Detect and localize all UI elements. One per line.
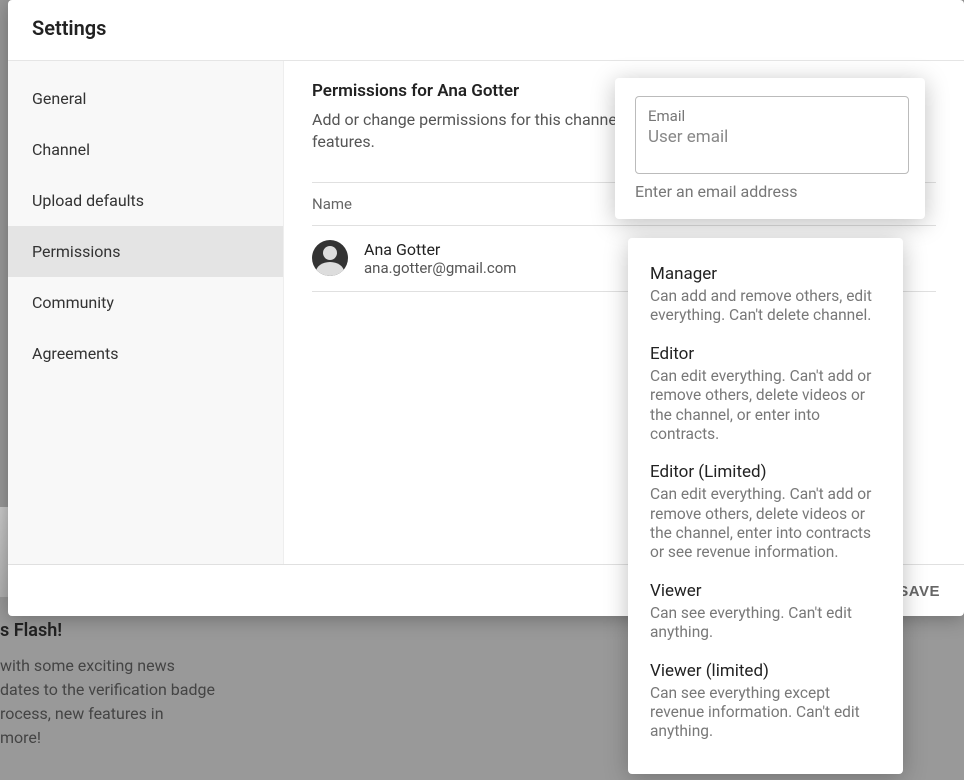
role-name: Viewer (limited) [650,661,881,681]
role-name: Editor [650,344,881,364]
role-desc: Can add and remove others, edit everythi… [650,287,881,326]
role-dropdown: Manager Can add and remove others, edit … [628,238,903,774]
avatar [312,240,348,276]
sidebar-item-community[interactable]: Community [8,277,283,328]
sidebar-item-general[interactable]: General [8,73,283,124]
role-option-manager[interactable]: Manager Can add and remove others, edit … [628,256,903,336]
role-name: Manager [650,264,881,284]
background-text: more! [0,726,215,750]
role-name: Viewer [650,581,881,601]
role-option-editor-limited[interactable]: Editor (Limited) Can edit everything. Ca… [628,454,903,573]
email-field[interactable]: Email User email [635,96,909,174]
background-text: rocess, new features in [0,702,215,726]
role-option-viewer[interactable]: Viewer Can see everything. Can't edit an… [628,573,903,653]
email-placeholder: User email [648,127,896,147]
save-button[interactable]: SAVE [898,583,940,600]
role-option-editor[interactable]: Editor Can edit everything. Can't add or… [628,336,903,455]
role-desc: Can see everything. Can't edit anything. [650,604,881,643]
background-text: dates to the verification badge [0,678,215,702]
role-option-viewer-limited[interactable]: Viewer (limited) Can see everything exce… [628,653,903,752]
sidebar-item-label: Agreements [32,344,119,363]
sidebar-item-permissions[interactable]: Permissions [8,226,283,277]
user-name: Ana Gotter [364,240,516,259]
email-label: Email [648,107,896,125]
sidebar-item-label: Upload defaults [32,191,144,210]
sidebar-item-label: Permissions [32,242,120,261]
sidebar-item-channel[interactable]: Channel [8,124,283,175]
role-desc: Can edit everything. Can't add or remove… [650,485,881,563]
role-desc: Can see everything except revenue inform… [650,684,881,742]
sidebar-item-label: General [32,89,86,108]
background-title: s Flash! [0,617,215,644]
sidebar-item-label: Channel [32,140,90,159]
settings-sidebar: General Channel Upload defaults Permissi… [8,61,284,564]
role-name: Editor (Limited) [650,462,881,482]
dialog-title: Settings [8,0,964,61]
sidebar-item-label: Community [32,293,114,312]
sidebar-item-upload-defaults[interactable]: Upload defaults [8,175,283,226]
email-hint: Enter an email address [635,182,909,201]
sidebar-item-agreements[interactable]: Agreements [8,328,283,379]
role-desc: Can edit everything. Can't add or remove… [650,367,881,445]
user-info: Ana Gotter ana.gotter@gmail.com [364,240,516,277]
background-text: with some exciting news [0,654,215,678]
invite-popover: Email User email Enter an email address [615,78,925,219]
user-email: ana.gotter@gmail.com [364,259,516,277]
